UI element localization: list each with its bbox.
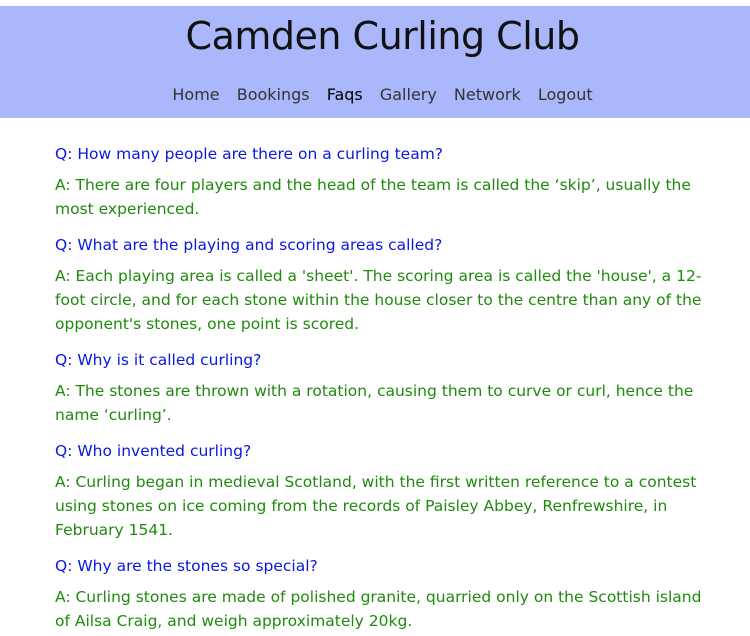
nav-logout[interactable]: Logout — [538, 85, 593, 104]
faq-answer: A: Each playing area is called a 'sheet'… — [55, 267, 702, 333]
site-header: Camden Curling Club Home Bookings Faqs G… — [0, 6, 750, 118]
faq-question: Q: Who invented curling? — [55, 442, 252, 460]
site-title: Camden Curling Club — [185, 14, 580, 58]
faq-answer: A: Curling began in medieval Scotland, w… — [55, 473, 697, 539]
faq-question: Q: What are the playing and scoring area… — [55, 236, 443, 254]
faq-item: Q: Why are the stones so special? A: Cur… — [55, 554, 715, 633]
main-nav: Home Bookings Faqs Gallery Network Logou… — [0, 85, 750, 104]
faq-item: Q: How many people are there on a curlin… — [55, 142, 715, 221]
faq-list: Q: How many people are there on a curlin… — [55, 106, 715, 636]
nav-home[interactable]: Home — [172, 85, 219, 104]
faq-answer: A: The stones are thrown with a rotation… — [55, 382, 694, 424]
page: Camden Curling Club Home Bookings Faqs G… — [0, 0, 750, 636]
nav-gallery[interactable]: Gallery — [380, 85, 437, 104]
nav-bookings[interactable]: Bookings — [237, 85, 310, 104]
nav-network[interactable]: Network — [454, 85, 521, 104]
faq-question: Q: Why is it called curling? — [55, 351, 262, 369]
nav-faqs[interactable]: Faqs — [327, 85, 363, 104]
faq-answer: A: Curling stones are made of polished g… — [55, 588, 702, 630]
faq-item: Q: Why is it called curling? A: The ston… — [55, 348, 715, 427]
faq-answer: A: There are four players and the head o… — [55, 176, 691, 218]
faq-item: Q: What are the playing and scoring area… — [55, 233, 715, 336]
faq-item: Q: Who invented curling? A: Curling bega… — [55, 439, 715, 542]
faq-question: Q: How many people are there on a curlin… — [55, 145, 444, 163]
faq-question: Q: Why are the stones so special? — [55, 557, 318, 575]
